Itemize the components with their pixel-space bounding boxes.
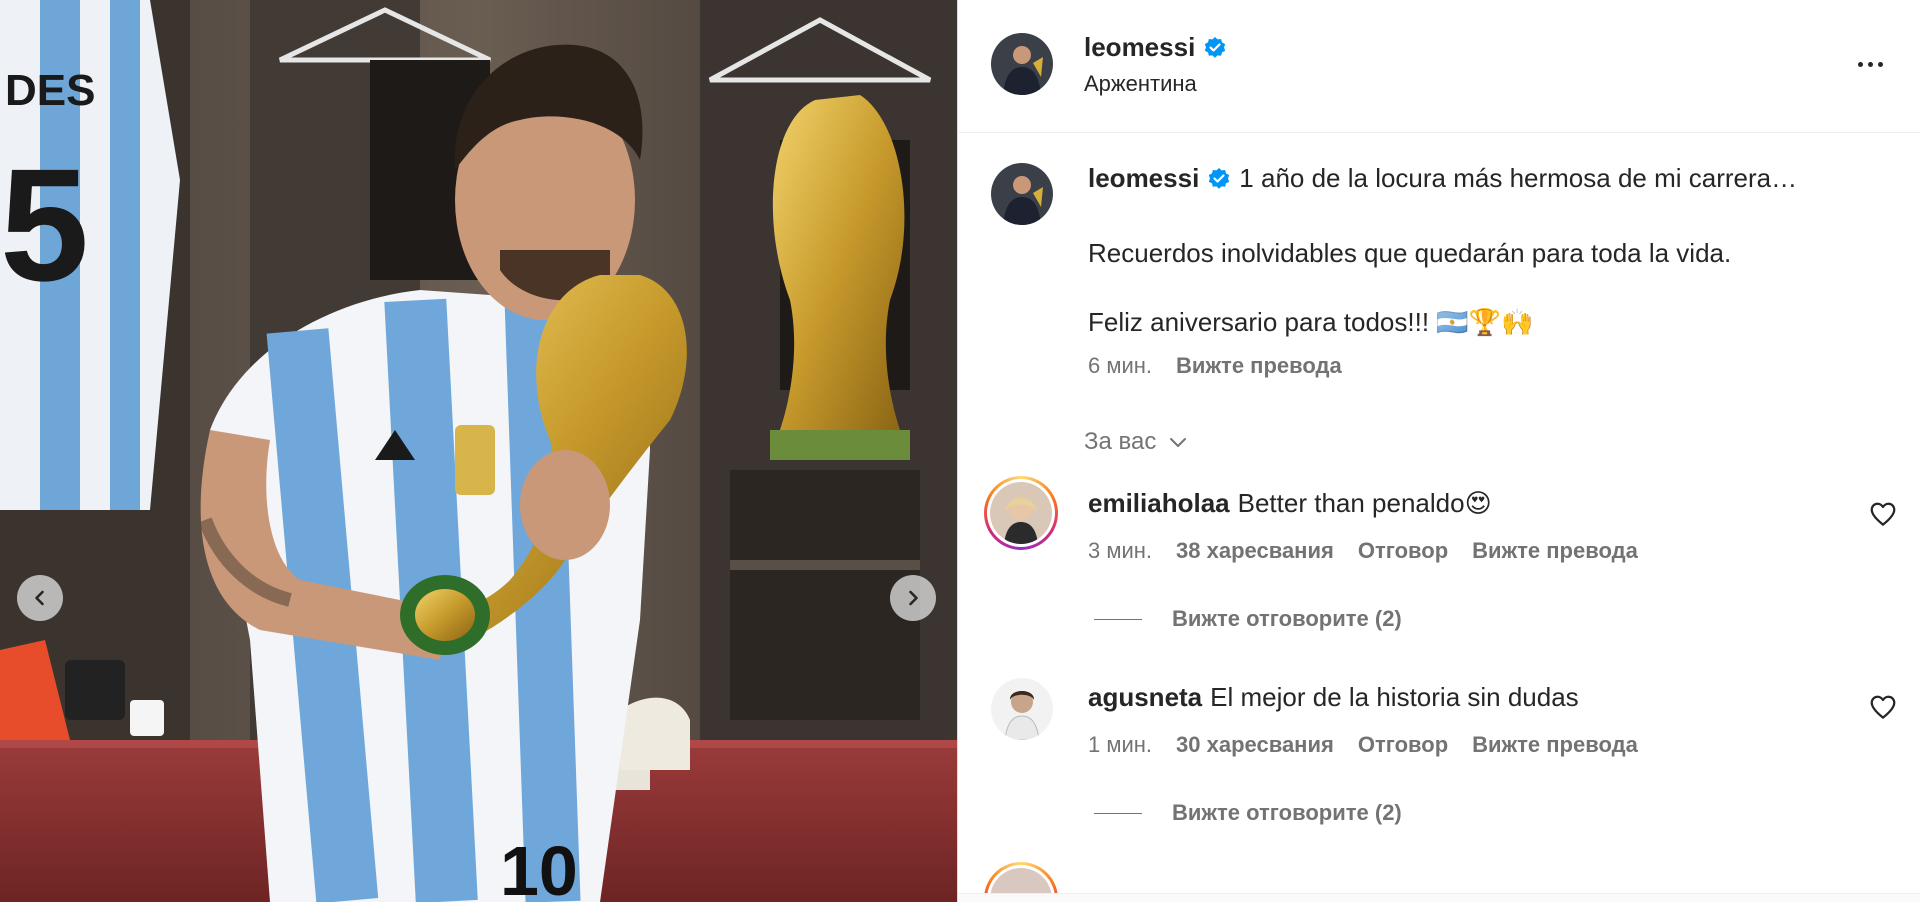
comment-translate-link[interactable]: Вижте превода: [1472, 732, 1638, 758]
comment-reply-button[interactable]: Отговор: [1358, 538, 1448, 564]
caption-meta: 6 мин. Вижте превода: [1088, 353, 1342, 379]
post-media[interactable]: DES 5 10: [0, 0, 957, 902]
post-header: leomessi Аржентина: [958, 0, 1920, 133]
comment-username[interactable]: emiliaholaa: [1088, 488, 1230, 519]
verified-badge-icon: [1209, 167, 1230, 189]
next-media-button[interactable]: [890, 575, 936, 621]
caption-profile-picture: [991, 163, 1053, 225]
replies-dash: [1094, 812, 1142, 814]
comments-filter-dropdown[interactable]: За вас: [1084, 428, 1190, 456]
comment-avatar[interactable]: [984, 476, 1058, 550]
avatar[interactable]: [991, 33, 1053, 95]
chevron-right-icon: [909, 590, 918, 606]
comment-avatar[interactable]: [991, 678, 1053, 740]
caption-text-1: 1 año de la locura más hermosa de mi car…: [1239, 163, 1798, 193]
post-view: DES 5 10 leomessi Аржентина leomessi 1 a…: [0, 0, 1920, 902]
view-replies-button[interactable]: Вижте отговорите (2): [1094, 606, 1402, 632]
caption-timestamp[interactable]: 6 мин.: [1088, 353, 1152, 379]
comment-line: agusneta El mejor de la historia sin dud…: [1088, 682, 1579, 713]
svg-text:DES: DES: [5, 66, 95, 115]
caption-avatar[interactable]: [991, 163, 1053, 225]
comment-timestamp[interactable]: 3 мин.: [1088, 538, 1152, 564]
more-options-icon: [1857, 61, 1883, 67]
header-user: leomessi: [1084, 32, 1227, 63]
comment-line: emiliaholaa Better than penaldo😍: [1088, 488, 1492, 519]
profile-picture: [991, 33, 1053, 95]
post-details-panel: leomessi Аржентина leomessi 1 año de la …: [958, 0, 1920, 902]
comment-meta: 3 мин. 38 харесвания Отговор Вижте прево…: [1088, 538, 1638, 564]
comment-meta: 1 мин. 30 харесвания Отговор Вижте прево…: [1088, 732, 1638, 758]
svg-text:10: 10: [500, 832, 578, 902]
heart-icon[interactable]: [1868, 692, 1898, 722]
panel-bottom-edge: [958, 893, 1920, 902]
comment-likes-count[interactable]: 30 харесвания: [1176, 732, 1334, 758]
chevron-down-icon: [1170, 438, 1187, 447]
comment-username[interactable]: agusneta: [1088, 682, 1202, 713]
post-location[interactable]: Аржентина: [1084, 71, 1197, 97]
caption-username[interactable]: leomessi: [1088, 163, 1199, 194]
comment-text: Better than penaldo😍: [1237, 488, 1492, 518]
chevron-left-icon: [35, 590, 44, 606]
caption-text-3: Feliz aniversario para todos!!! 🇦🇷🏆🙌: [1088, 307, 1534, 337]
verified-badge-icon: [1205, 36, 1226, 58]
comment-profile-picture: [991, 678, 1053, 740]
heart-icon[interactable]: [1868, 499, 1898, 529]
view-replies-label: Вижте отговорите (2): [1172, 606, 1402, 631]
comment-profile-picture: [990, 482, 1052, 544]
comment-translate-link[interactable]: Вижте превода: [1472, 538, 1638, 564]
svg-text:5: 5: [0, 135, 89, 314]
caption-translate-link[interactable]: Вижте превода: [1176, 353, 1342, 379]
post-photo: DES 5 10: [0, 0, 957, 902]
caption-text-2: Recuerdos inolvidables que quedarán para…: [1088, 238, 1732, 268]
comment-timestamp[interactable]: 1 мин.: [1088, 732, 1152, 758]
replies-dash: [1094, 618, 1142, 620]
comment-reply-button[interactable]: Отговор: [1358, 732, 1448, 758]
header-username[interactable]: leomessi: [1084, 32, 1195, 63]
view-replies-label: Вижте отговорите (2): [1172, 800, 1402, 825]
more-options-button[interactable]: [1854, 50, 1886, 78]
caption-line-1: leomessi 1 año de la locura más hermosa …: [1088, 163, 1797, 194]
comments-filter-label: За вас: [1084, 428, 1157, 455]
comment-text: El mejor de la historia sin dudas: [1210, 682, 1579, 712]
comment-likes-count[interactable]: 38 харесвания: [1176, 538, 1334, 564]
previous-media-button[interactable]: [17, 575, 63, 621]
view-replies-button[interactable]: Вижте отговорите (2): [1094, 800, 1402, 826]
